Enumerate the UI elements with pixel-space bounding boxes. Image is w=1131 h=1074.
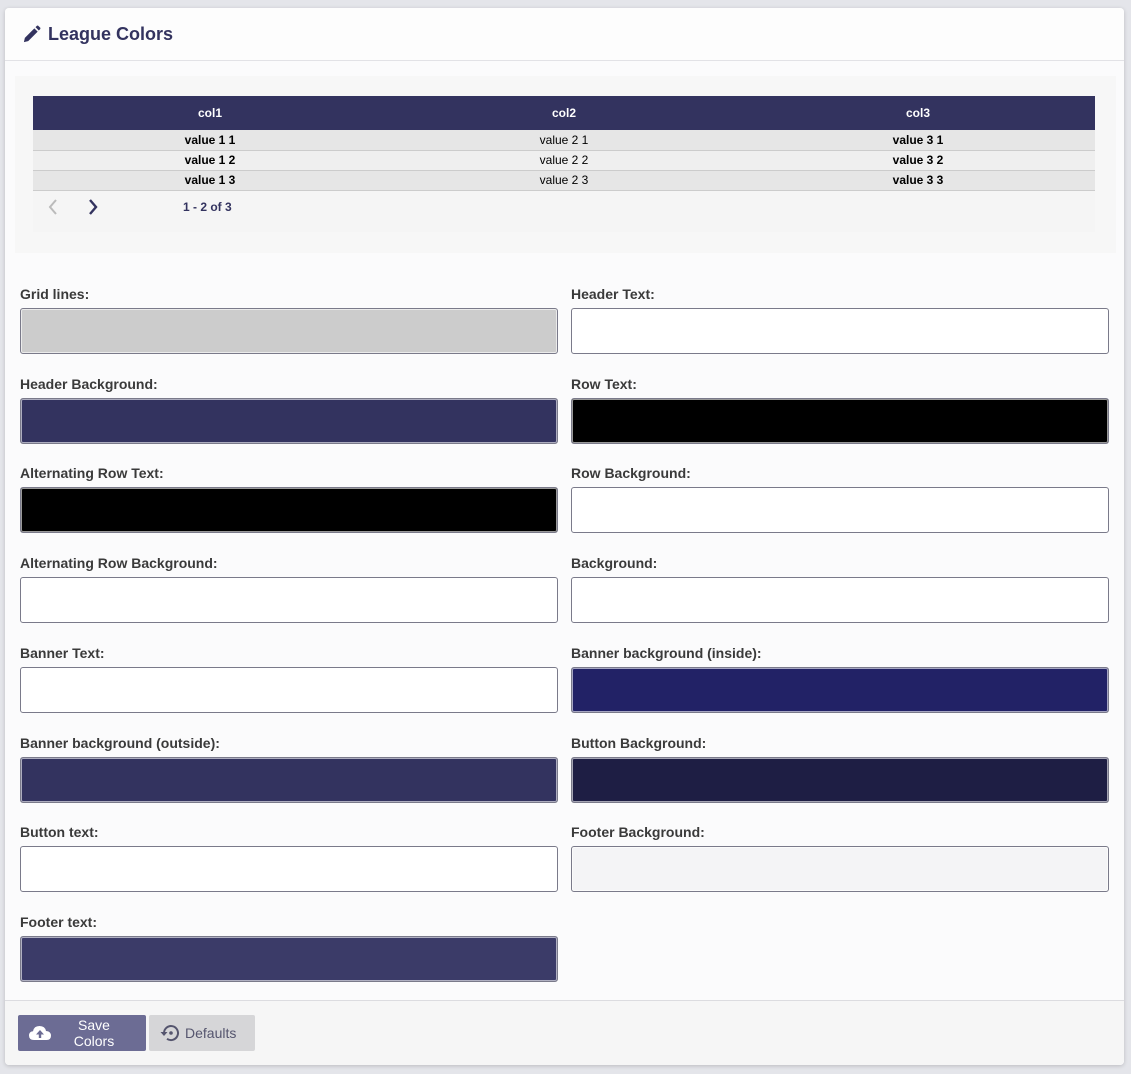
color-field-label: Header Text: — [571, 286, 655, 302]
page-title: League Colors — [48, 23, 174, 44]
color-field-label: Banner background (inside): — [571, 645, 762, 661]
color-field: Header Background: — [20, 376, 558, 444]
color-field-label: Grid lines: — [20, 286, 90, 302]
color-picker-input[interactable] — [20, 398, 558, 444]
column-header: col1 — [33, 96, 387, 130]
color-picker-input[interactable] — [571, 398, 1109, 444]
table-row: value 1 1 value 2 1 value 3 1 — [33, 130, 1095, 151]
table-cell: value 2 1 — [387, 130, 741, 151]
card-header: League Colors — [5, 8, 1124, 61]
color-picker-input[interactable] — [571, 757, 1109, 803]
pager: 1 - 2 of 3 — [33, 191, 1095, 223]
chevron-right-icon — [89, 198, 98, 215]
color-picker-input[interactable] — [20, 577, 558, 623]
color-picker-input[interactable] — [20, 667, 558, 713]
color-field: Header Text: — [571, 286, 1109, 354]
color-field-label: Footer text: — [20, 914, 97, 930]
color-field-label: Alternating Row Text: — [20, 465, 164, 481]
pencil-icon — [22, 24, 42, 44]
color-field: Banner Text: — [20, 645, 558, 713]
table-row: value 1 3 value 2 3 value 3 3 — [33, 170, 1095, 191]
color-picker-input[interactable] — [20, 846, 558, 892]
color-field: Grid lines: — [20, 286, 558, 354]
color-picker-input[interactable] — [20, 487, 558, 533]
color-field-label: Row Background: — [571, 465, 691, 481]
color-picker-input[interactable] — [20, 757, 558, 803]
page-count: 1 - 2 of 3 — [183, 199, 232, 214]
color-field: Alternating Row Background: — [20, 555, 558, 623]
color-field: Footer text: — [20, 914, 558, 982]
color-field-label: Button Background: — [571, 735, 707, 751]
color-field: Banner background (inside): — [571, 645, 1109, 713]
grid-preview: col1 col2 col3 value 1 1 value 2 1 value… — [15, 76, 1116, 253]
color-picker-input[interactable] — [571, 846, 1109, 892]
color-picker-input[interactable] — [571, 577, 1109, 623]
color-picker-input[interactable] — [571, 308, 1109, 354]
color-picker-input[interactable] — [571, 667, 1109, 713]
color-field-label: Background: — [571, 555, 658, 571]
color-field: Button Background: — [571, 735, 1109, 803]
column-header: col2 — [387, 96, 741, 130]
save-colors-button[interactable]: Save Colors — [18, 1015, 146, 1051]
color-field-label: Footer Background: — [571, 824, 705, 840]
table-cell: value 2 3 — [387, 170, 741, 191]
color-field: Footer Background: — [571, 824, 1109, 892]
table-cell: value 3 2 — [741, 150, 1095, 171]
color-field: Alternating Row Text: — [20, 465, 558, 533]
color-field-label: Alternating Row Background: — [20, 555, 218, 571]
color-picker-input[interactable] — [20, 936, 558, 982]
color-field: Button text: — [20, 824, 558, 892]
previous-page-button[interactable] — [41, 195, 65, 219]
table-cell: value 1 2 — [33, 150, 387, 171]
color-field: Row Background: — [571, 465, 1109, 533]
color-picker-input[interactable] — [571, 487, 1109, 533]
table-header-row: col1 col2 col3 — [33, 96, 1095, 130]
restore-icon — [159, 1023, 181, 1043]
league-colors-card: League Colors col1 col2 col3 value 1 1 v… — [5, 8, 1124, 1065]
color-field-label: Row Text: — [571, 376, 637, 392]
color-picker-input[interactable] — [20, 308, 558, 354]
table-cell: value 2 2 — [387, 150, 741, 171]
color-field-label: Banner Text: — [20, 645, 105, 661]
table-cell: value 1 3 — [33, 170, 387, 191]
color-field: Banner background (outside): — [20, 735, 558, 803]
color-field: Background: — [571, 555, 1109, 623]
color-field: Row Text: — [571, 376, 1109, 444]
next-page-button[interactable] — [81, 195, 105, 219]
defaults-label: Defaults — [185, 1025, 237, 1041]
table-cell: value 3 3 — [741, 170, 1095, 191]
cloud-upload-icon — [28, 1025, 52, 1041]
color-field-label: Button text: — [20, 824, 99, 840]
defaults-button[interactable]: Defaults — [149, 1015, 255, 1051]
color-field-label: Banner background (outside): — [20, 735, 220, 751]
table-cell: value 3 1 — [741, 130, 1095, 151]
save-colors-label: Save Colors — [73, 1017, 115, 1049]
table-row: value 1 2 value 2 2 value 3 2 — [33, 150, 1095, 171]
chevron-left-icon — [48, 198, 57, 215]
card-footer: Save Colors Defaults — [5, 1000, 1124, 1065]
column-header: col3 — [741, 96, 1095, 130]
table-cell: value 1 1 — [33, 130, 387, 151]
color-field-label: Header Background: — [20, 376, 158, 392]
preview-table: col1 col2 col3 value 1 1 value 2 1 value… — [33, 96, 1095, 232]
